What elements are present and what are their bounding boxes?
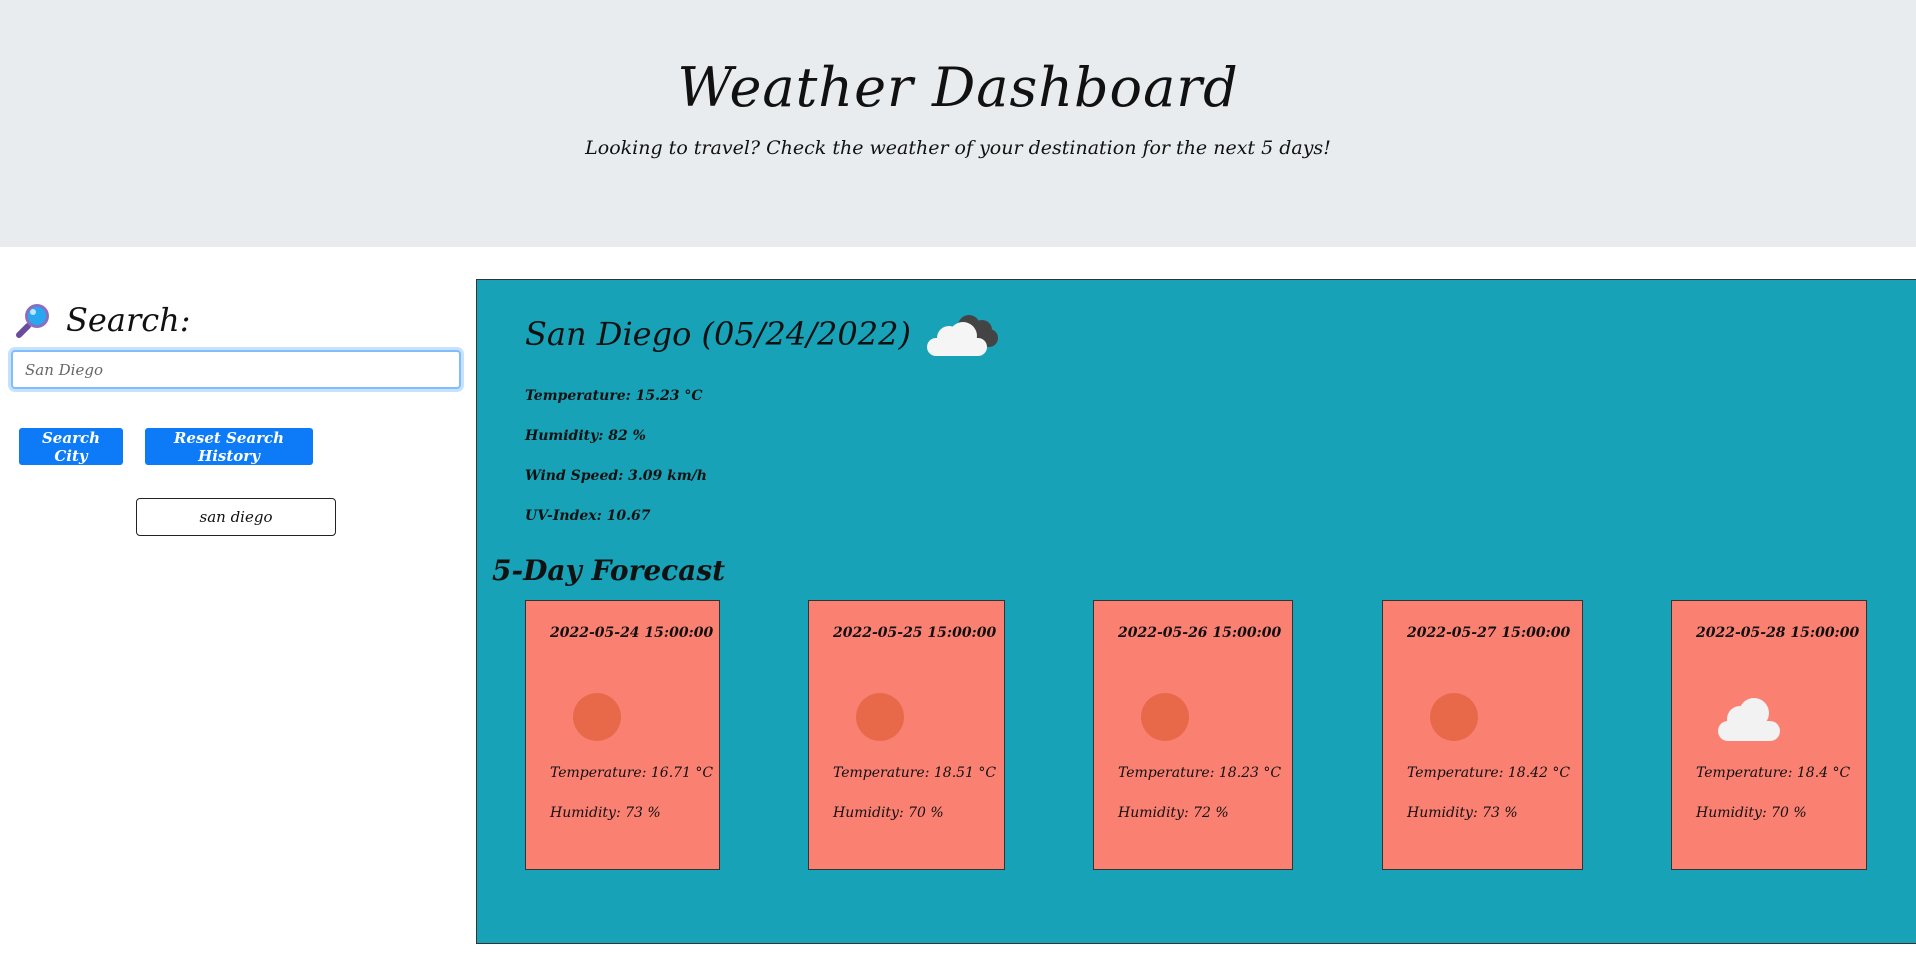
forecast-card: 2022-05-24 15:00:00 Temperature: 16.71 °… <box>525 600 720 870</box>
current-humidity: Humidity: 82 % <box>525 428 646 444</box>
broken-clouds-icon <box>926 315 998 356</box>
forecast-humidity: Humidity: 70 % <box>1696 805 1807 821</box>
search-sidebar: Search: Search City Reset Search History… <box>0 280 470 940</box>
sun-icon <box>573 693 621 741</box>
search-city-button[interactable]: Search City <box>19 428 123 465</box>
forecast-card: 2022-05-28 15:00:00 Temperature: 18.4 °C… <box>1671 600 1867 870</box>
forecast-humidity: Humidity: 73 % <box>550 805 661 821</box>
forecast-card: 2022-05-27 15:00:00 Temperature: 18.42 °… <box>1382 600 1583 870</box>
forecast-card: 2022-05-25 15:00:00 Temperature: 18.51 °… <box>808 600 1005 870</box>
current-temperature: Temperature: 15.23 °C <box>525 388 703 404</box>
search-heading: Search: <box>16 298 191 342</box>
weather-panel: San Diego (05/24/2022) Temperature: 15.2… <box>476 279 1916 944</box>
forecast-humidity: Humidity: 70 % <box>833 805 944 821</box>
hero-banner: Weather Dashboard Looking to travel? Che… <box>0 0 1916 247</box>
forecast-temperature: Temperature: 18.51 °C <box>833 765 997 781</box>
magnifying-glass-icon <box>16 304 49 338</box>
current-weather-heading: San Diego (05/24/2022) <box>525 308 1001 360</box>
page-subtitle: Looking to travel? Check the weather of … <box>585 137 1331 159</box>
forecast-date: 2022-05-27 15:00:00 <box>1407 625 1571 641</box>
forecast-date: 2022-05-25 15:00:00 <box>833 625 997 641</box>
reset-history-button[interactable]: Reset Search History <box>145 428 313 465</box>
sun-icon <box>1430 693 1478 741</box>
forecast-temperature: Temperature: 16.71 °C <box>550 765 714 781</box>
forecast-date: 2022-05-28 15:00:00 <box>1696 625 1860 641</box>
history-item-san-diego[interactable]: san diego <box>136 498 336 536</box>
forecast-temperature: Temperature: 18.42 °C <box>1407 765 1571 781</box>
city-date-title: San Diego (05/24/2022) <box>525 315 911 353</box>
sun-icon <box>1141 693 1189 741</box>
forecast-humidity: Humidity: 73 % <box>1407 805 1518 821</box>
page-title: Weather Dashboard <box>677 56 1239 119</box>
sun-icon <box>856 693 904 741</box>
forecast-humidity: Humidity: 72 % <box>1118 805 1229 821</box>
city-search-input[interactable] <box>11 350 461 389</box>
forecast-date: 2022-05-24 15:00:00 <box>550 625 714 641</box>
current-wind-speed: Wind Speed: 3.09 km/h <box>525 468 707 484</box>
forecast-title: 5-Day Forecast <box>492 554 726 587</box>
forecast-card: 2022-05-26 15:00:00 Temperature: 18.23 °… <box>1093 600 1293 870</box>
forecast-date: 2022-05-26 15:00:00 <box>1118 625 1282 641</box>
search-heading-label: Search: <box>66 301 191 339</box>
current-uv-index: UV-Index: 10.67 <box>525 508 651 524</box>
forecast-temperature: Temperature: 18.23 °C <box>1118 765 1282 781</box>
cloud-icon <box>1718 698 1780 741</box>
forecast-temperature: Temperature: 18.4 °C <box>1696 765 1851 781</box>
